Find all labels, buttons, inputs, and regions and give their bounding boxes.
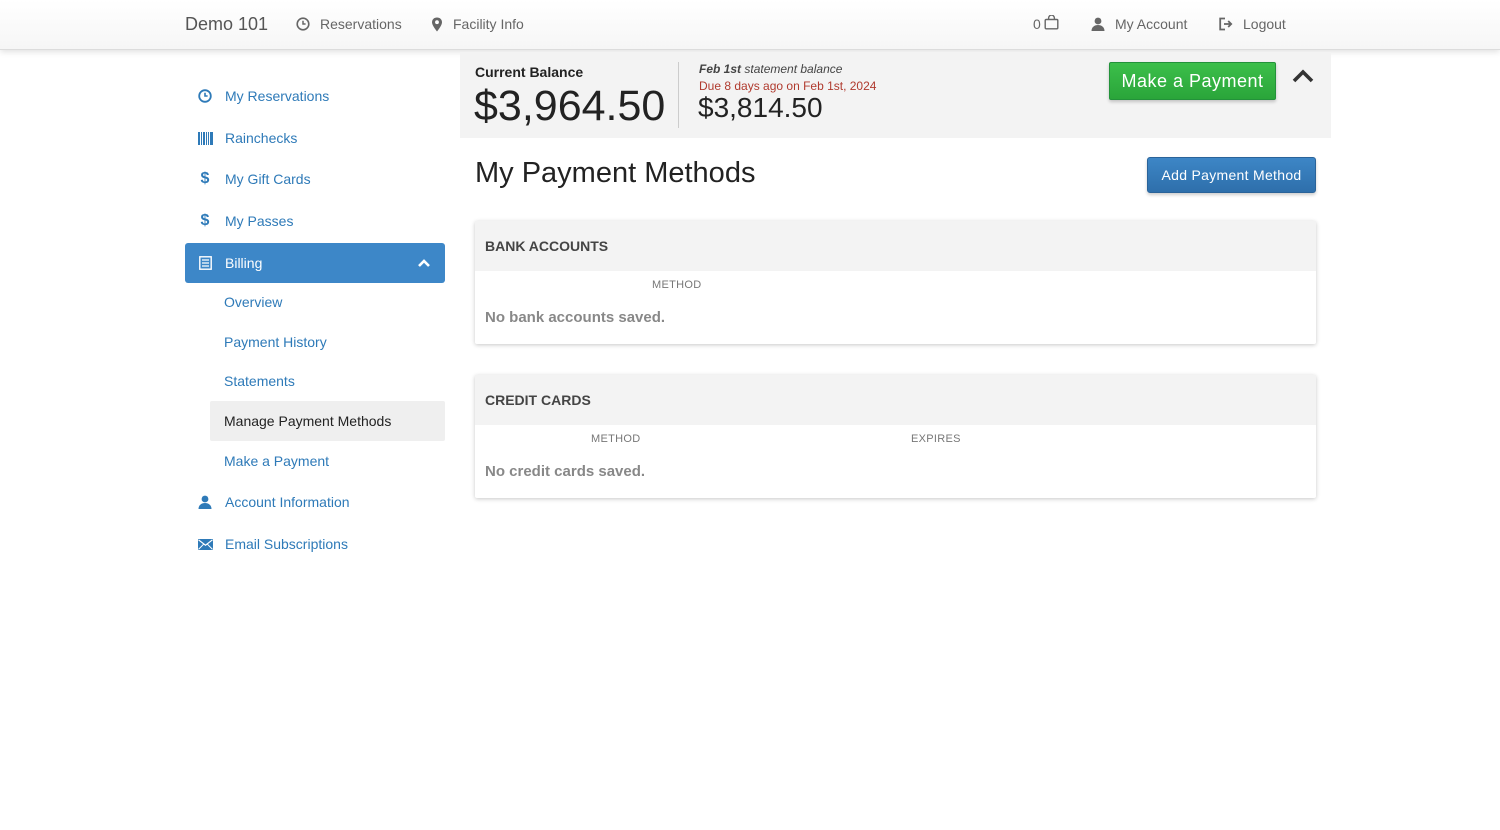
- empty-state-message: No credit cards saved.: [485, 463, 646, 480]
- sidebar-item-email-subscriptions[interactable]: Email Subscriptions: [185, 524, 445, 564]
- sidebar-item-label: My Reservations: [225, 88, 330, 104]
- nav-facility-info[interactable]: Facility Info: [431, 16, 524, 32]
- empty-state-message: No bank accounts saved.: [485, 309, 666, 326]
- divider: [678, 62, 679, 128]
- nav-reservations-label: Reservations: [320, 16, 402, 32]
- statement-balance-label: Feb 1st statement balance: [699, 62, 842, 76]
- nav-my-account[interactable]: My Account: [1091, 16, 1187, 32]
- chevron-up-icon[interactable]: [417, 255, 431, 271]
- sidebar-item-rainchecks[interactable]: Rainchecks: [185, 118, 445, 158]
- column-header-method: METHOD: [652, 279, 702, 291]
- sidebar-item-label: My Passes: [225, 213, 294, 229]
- credit-cards-panel: CREDIT CARDS METHOD EXPIRES No credit ca…: [475, 375, 1316, 498]
- nav-reservations[interactable]: Reservations: [296, 16, 402, 32]
- nav-logout-label: Logout: [1243, 16, 1286, 32]
- due-notice: Due 8 days ago on Feb 1st, 2024: [699, 79, 877, 93]
- statement-balance-amount: $3,814.50: [698, 92, 823, 123]
- add-payment-method-button[interactable]: Add Payment Method: [1147, 157, 1316, 193]
- user-icon: [1091, 17, 1105, 31]
- statement-date: Feb 1st: [699, 62, 742, 76]
- nav-logout[interactable]: Logout: [1218, 16, 1286, 32]
- sidebar-item-label: Account Information: [225, 494, 350, 510]
- user-icon: [185, 495, 225, 509]
- bank-accounts-heading: BANK ACCOUNTS: [475, 221, 1316, 271]
- column-header-method: METHOD: [591, 433, 641, 445]
- dollar-icon: $: [200, 212, 210, 229]
- dollar-icon: $: [200, 170, 210, 187]
- bank-accounts-panel: BANK ACCOUNTS METHOD No bank accounts sa…: [475, 221, 1316, 344]
- chevron-up-icon[interactable]: [1292, 68, 1314, 89]
- sidebar-subitem-payment-history[interactable]: Payment History: [210, 322, 445, 362]
- shopping-bag-icon: [1044, 14, 1059, 33]
- sidebar-item-label: My Gift Cards: [225, 171, 311, 187]
- sidebar-item-account-information[interactable]: Account Information: [185, 482, 445, 522]
- sidebar-item-label: Email Subscriptions: [225, 536, 348, 552]
- sidebar-item-my-reservations[interactable]: My Reservations: [185, 76, 445, 116]
- balance-banner: Current Balance $3,964.50 Feb 1st statem…: [460, 52, 1331, 138]
- nav-facility-info-label: Facility Info: [453, 16, 524, 32]
- sidebar-subitem-overview[interactable]: Overview: [210, 282, 445, 322]
- column-header-expires: EXPIRES: [911, 433, 961, 445]
- barcode-icon: [185, 131, 225, 145]
- sidebar-subitem-make-a-payment[interactable]: Make a Payment: [210, 441, 445, 481]
- top-navbar: Demo 101 Reservations Facility Info 0 My…: [0, 0, 1500, 50]
- credit-cards-heading: CREDIT CARDS: [475, 375, 1316, 425]
- statement-suffix: statement balance: [744, 62, 843, 76]
- clock-icon: [185, 89, 225, 103]
- current-balance-amount: $3,964.50: [474, 82, 666, 130]
- current-balance-label: Current Balance: [475, 64, 584, 80]
- cart-count: 0: [1033, 16, 1041, 32]
- brand-link[interactable]: Demo 101: [185, 14, 268, 35]
- map-marker-icon: [431, 17, 443, 32]
- nav-my-account-label: My Account: [1115, 16, 1188, 32]
- list-icon: [185, 256, 225, 270]
- sidebar-item-billing[interactable]: Billing: [185, 243, 445, 283]
- sidebar-item-my-passes[interactable]: $ My Passes: [185, 201, 445, 241]
- sidebar-item-label: Billing: [225, 255, 263, 271]
- logout-icon: [1218, 17, 1233, 31]
- sidebar-subitem-statements[interactable]: Statements: [210, 361, 445, 401]
- sidebar-item-my-gift-cards[interactable]: $ My Gift Cards: [185, 159, 445, 199]
- make-payment-button[interactable]: Make a Payment: [1109, 62, 1276, 100]
- cart-button[interactable]: 0: [1033, 14, 1059, 33]
- sidebar-subitem-manage-payment-methods[interactable]: Manage Payment Methods: [210, 401, 445, 441]
- page-title: My Payment Methods: [475, 157, 756, 189]
- envelope-icon: [185, 538, 225, 550]
- clock-icon: [296, 17, 310, 31]
- sidebar-item-label: Rainchecks: [225, 130, 298, 146]
